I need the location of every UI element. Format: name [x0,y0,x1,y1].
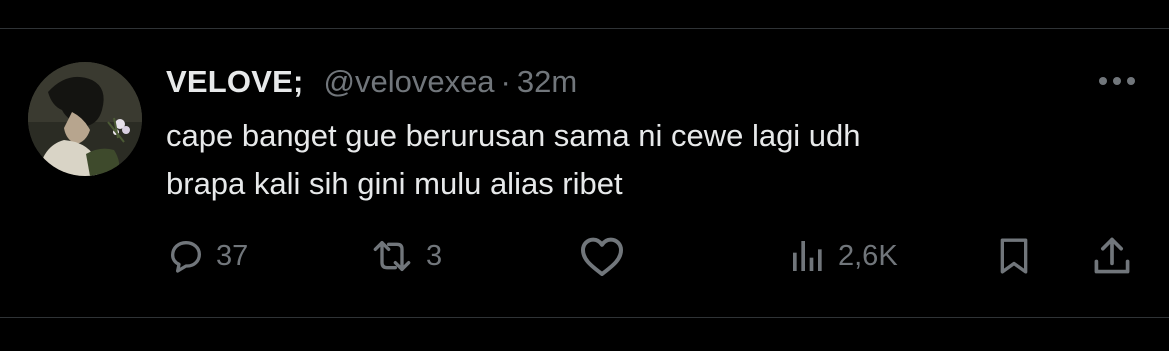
user-handle[interactable]: @velovexea [323,64,494,100]
reply-button[interactable]: 37 [166,228,248,284]
views-bar-chart-icon [788,236,828,276]
more-horizontal-icon[interactable] [1095,66,1139,96]
avatar-image [28,62,142,176]
reply-icon [166,236,206,276]
avatar[interactable] [28,62,142,176]
tweet-text: cape banget gue berurusan sama ni cewe l… [166,118,861,201]
like-button[interactable] [578,228,636,284]
share-button[interactable] [1090,228,1134,284]
heart-icon [578,234,626,278]
bottom-divider [0,317,1169,318]
share-upload-icon [1090,234,1134,278]
repost-count: 3 [426,239,443,272]
views-button[interactable]: 2,6K [788,228,898,284]
repost-icon [368,236,416,276]
bookmark-icon [994,235,1034,277]
bookmark-button[interactable] [994,228,1034,284]
separator-dot: · [500,64,511,99]
repost-button[interactable]: 3 [368,228,442,284]
reply-count: 37 [216,239,249,272]
top-divider [0,28,1169,29]
display-name[interactable]: VELOVE; [166,64,303,100]
timestamp[interactable]: 32m [517,64,577,100]
views-count: 2,6K [838,239,898,272]
tweet-header: VELOVE; @velovexea · 32m [166,62,577,102]
